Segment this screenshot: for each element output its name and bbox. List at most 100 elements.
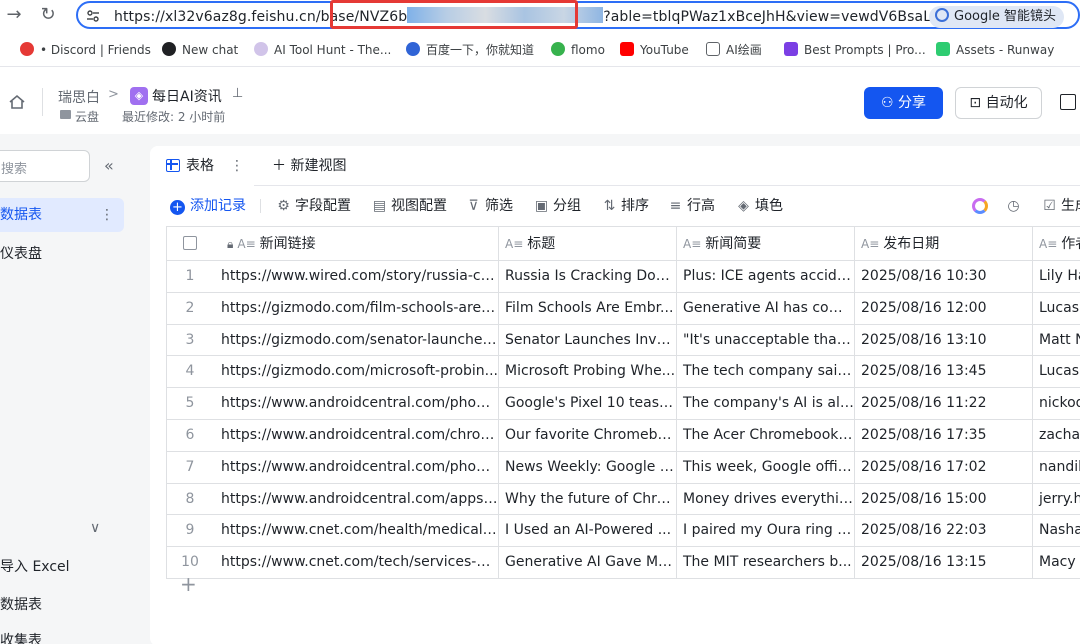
chevron-down-icon[interactable]: ∨ — [90, 520, 100, 536]
cell-author[interactable]: Nasha — [1033, 515, 1080, 546]
more-options-icon[interactable]: ⋮ — [100, 198, 114, 232]
cell-link[interactable]: https://gizmodo.com/film-schools-are-... — [213, 292, 499, 324]
table-row[interactable]: 1 https://www.wired.com/story/russia-cr.… — [167, 261, 1080, 293]
cell-author[interactable]: Lily Ha — [1033, 261, 1080, 292]
bookmark-folder-ai-drawing[interactable]: AI绘画 — [706, 42, 762, 58]
cell-link[interactable]: https://www.androidcentral.com/apps-... — [213, 483, 499, 515]
cell-title[interactable]: Microsoft Probing Whe... — [499, 356, 677, 388]
cell-date[interactable]: 2025/08/16 15:00 — [855, 483, 1033, 515]
tab-grid-view[interactable]: 表格 ⋮ — [150, 146, 254, 187]
sidebar-item-dashboard[interactable]: 仪表盘 — [0, 237, 124, 271]
breadcrumb-folder[interactable]: 云盘 — [75, 108, 99, 125]
ai-assistant-icon[interactable] — [972, 198, 988, 214]
cell-link[interactable]: https://www.cnet.com/health/medical/i... — [213, 515, 499, 547]
more-panel-icon[interactable] — [1060, 94, 1076, 110]
sidebar-item-import-excel[interactable]: 导入 Excel — [0, 550, 124, 584]
cell-title[interactable]: Russia Is Cracking Dow... — [499, 261, 677, 292]
cell-summary[interactable]: I paired my Oura ring w... — [677, 515, 855, 547]
cell-summary[interactable]: The MIT researchers b... — [677, 547, 855, 578]
new-view-button[interactable]: ＋ 新建视图 — [272, 146, 346, 186]
cell-date[interactable]: 2025/08/16 17:35 — [855, 419, 1033, 451]
table-row[interactable]: 7 https://www.androidcentral.com/phone..… — [167, 451, 1080, 484]
fill-color-button[interactable]: ◈ 填色 — [736, 196, 783, 216]
cell-title[interactable]: Film Schools Are Embr... — [499, 292, 677, 324]
bookmark-runway[interactable]: Assets - Runway — [936, 42, 1054, 58]
cell-summary[interactable]: "It's unacceptable that ... — [677, 324, 855, 356]
cell-summary[interactable]: The tech company said... — [677, 356, 855, 388]
site-settings-icon[interactable] — [86, 9, 100, 23]
cell-author[interactable]: jerry.h — [1033, 484, 1080, 515]
sidebar-item-form[interactable]: 收集表 — [0, 624, 124, 644]
cell-date[interactable]: 2025/08/16 10:30 — [855, 261, 1033, 292]
add-row-plus-icon[interactable]: + — [180, 572, 197, 596]
url-field[interactable]: https://xl32v6az8g.feishu.cn/base/NVZ6b?… — [76, 1, 1080, 29]
table-row[interactable]: 3 https://gizmodo.com/senator-launches..… — [167, 324, 1080, 357]
field-config-button[interactable]: ⚙ 字段配置 — [276, 196, 351, 216]
cell-title[interactable]: Google's Pixel 10 tease... — [499, 388, 677, 419]
history-button[interactable]: ◷ — [1006, 196, 1025, 216]
table-row[interactable]: 10 https://www.cnet.com/tech/services-a.… — [167, 547, 1080, 579]
cell-author[interactable]: nandil — [1033, 452, 1080, 483]
cell-date[interactable]: 2025/08/16 13:45 — [855, 356, 1033, 388]
add-record-button[interactable]: + 添加记录 — [170, 196, 246, 216]
bookmark-baidu[interactable]: 百度一下，你就知道 — [406, 42, 534, 58]
cell-link[interactable]: https://gizmodo.com/microsoft-probin... — [213, 356, 499, 388]
column-header-date[interactable]: A≡ 发布日期 — [855, 227, 1033, 260]
view-config-button[interactable]: ▤ 视图配置 — [372, 196, 447, 216]
cell-link[interactable]: https://gizmodo.com/senator-launches... — [213, 324, 499, 356]
cell-date[interactable]: 2025/08/16 13:15 — [855, 547, 1033, 578]
select-all-checkbox[interactable] — [167, 227, 213, 260]
column-header-title[interactable]: A≡ 标题 — [499, 227, 677, 260]
sidebar-item-new-datatable[interactable]: 数据表 — [0, 588, 124, 622]
cell-title[interactable]: News Weekly: Google t... — [499, 451, 677, 483]
share-button[interactable]: ⚇ 分享 — [864, 87, 943, 119]
table-row[interactable]: 2 https://gizmodo.com/film-schools-are-.… — [167, 292, 1080, 325]
cell-link[interactable]: https://www.androidcentral.com/phone... — [213, 451, 499, 483]
cell-summary[interactable]: This week, Google offic... — [677, 451, 855, 483]
automation-button[interactable]: ⊡ 自动化 — [955, 87, 1042, 119]
bookmark-new-chat[interactable]: New chat — [162, 42, 238, 58]
cell-summary[interactable]: The Acer Chromebook ... — [677, 419, 855, 451]
breadcrumb-owner[interactable]: 瑞思白 — [58, 87, 100, 107]
sort-button[interactable]: ⇅ 排序 — [602, 196, 649, 216]
collapse-sidebar-icon[interactable]: « — [104, 156, 114, 175]
cell-author[interactable]: zacha — [1033, 420, 1080, 451]
cell-title[interactable]: I Used an AI-Powered ... — [499, 515, 677, 547]
page-title[interactable]: 每日AI资讯 — [152, 86, 222, 106]
cell-summary[interactable]: Money drives everythin... — [677, 483, 855, 515]
group-button[interactable]: ▣ 分组 — [534, 196, 581, 216]
pin-icon[interactable]: ⊥ — [232, 86, 243, 101]
cell-link[interactable]: https://www.cnet.com/tech/services-a... — [213, 547, 499, 578]
home-icon[interactable] — [8, 94, 26, 110]
table-row[interactable]: 6 https://www.androidcentral.com/chrom..… — [167, 419, 1080, 452]
cell-title[interactable]: Why the future of Chro... — [499, 483, 677, 515]
cell-summary[interactable]: The company's AI is all ... — [677, 388, 855, 419]
cell-author[interactable]: Macy — [1033, 547, 1080, 578]
cell-author[interactable]: Matt N — [1033, 325, 1080, 356]
bookmark-flomo[interactable]: flomo — [551, 42, 605, 58]
column-header-summary[interactable]: A≡ 新闻简要 — [677, 227, 855, 260]
cell-summary[interactable]: Plus: ICE agents accide... — [677, 261, 855, 292]
table-row[interactable]: 5 https://www.androidcentral.com/phone..… — [167, 388, 1080, 420]
cell-date[interactable]: 2025/08/16 11:22 — [855, 388, 1033, 419]
cell-author[interactable]: nickod — [1033, 388, 1080, 419]
column-header-link[interactable]: 🔒︎ A≡ 新闻链接 — [213, 227, 499, 260]
more-options-icon[interactable]: ⋮ — [230, 146, 244, 186]
cell-author[interactable]: Lucas — [1033, 293, 1080, 324]
table-row[interactable]: 9 https://www.cnet.com/health/medical/i.… — [167, 515, 1080, 548]
forward-icon[interactable]: → — [4, 5, 24, 25]
cell-title[interactable]: Generative AI Gave MIT... — [499, 547, 677, 578]
row-height-button[interactable]: ≡ 行高 — [668, 196, 715, 216]
reload-icon[interactable]: ↻ — [38, 5, 58, 25]
cell-link[interactable]: https://www.wired.com/story/russia-cr... — [213, 261, 499, 292]
sidebar-item-datatable[interactable]: 数据表 ⋮ — [0, 198, 124, 232]
column-header-author[interactable]: A≡作者 — [1033, 227, 1080, 260]
google-lens-button[interactable]: Google 智能镜头 — [929, 6, 1064, 28]
table-row[interactable]: 4 https://gizmodo.com/microsoft-probin..… — [167, 356, 1080, 389]
cell-date[interactable]: 2025/08/16 22:03 — [855, 515, 1033, 547]
generate-button[interactable]: ☑生成 — [1042, 196, 1080, 216]
cell-link[interactable]: https://www.androidcentral.com/phone... — [213, 388, 499, 419]
cell-title[interactable]: Our favorite Chromebo... — [499, 419, 677, 451]
cell-author[interactable]: Lucas — [1033, 356, 1080, 387]
table-row[interactable]: 8 https://www.androidcentral.com/apps-..… — [167, 483, 1080, 516]
